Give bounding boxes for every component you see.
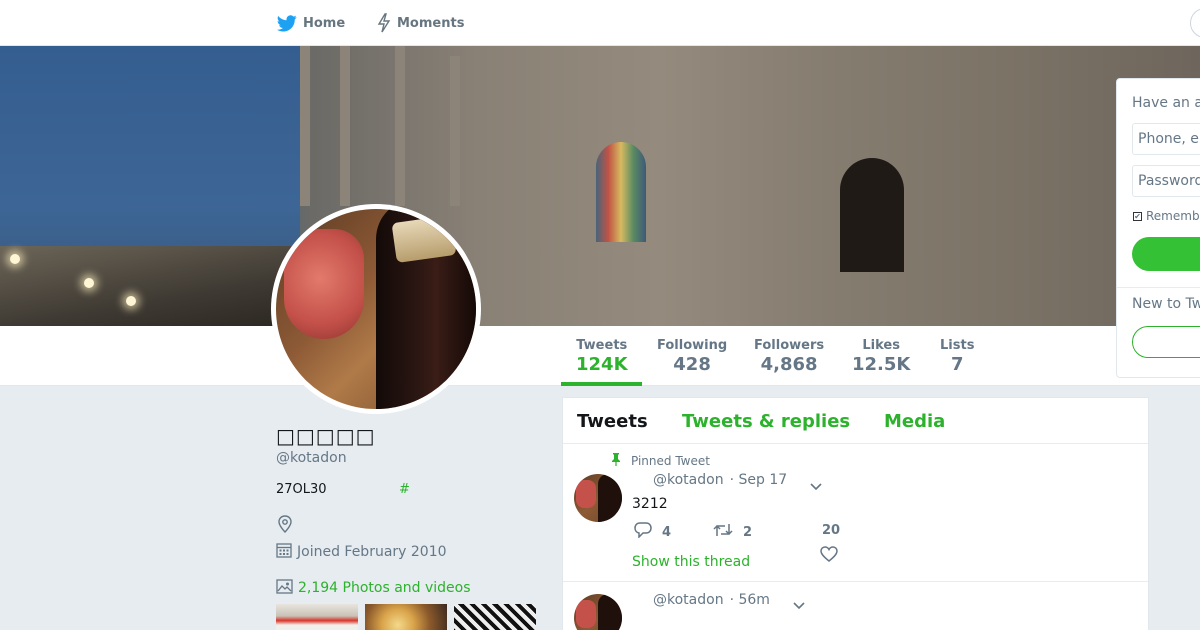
image-icon xyxy=(276,578,293,598)
tweet-header: @kotadon · Sep 17 xyxy=(653,472,787,488)
timeline-tabs: Tweets Tweets & replies Media xyxy=(563,398,1148,444)
tab-media[interactable]: Media xyxy=(884,411,945,432)
stat-likes[interactable]: Likes 12.5K xyxy=(852,338,910,375)
show-thread-link[interactable]: Show this thread xyxy=(632,554,750,570)
stat-tweets[interactable]: Tweets 124K xyxy=(576,338,628,375)
remember-checkbox[interactable]: ✔ xyxy=(1133,211,1142,221)
reply-icon xyxy=(634,522,652,542)
profile-banner-image xyxy=(0,46,1200,326)
calendar-icon xyxy=(276,542,292,562)
nav-home[interactable]: Home xyxy=(277,0,345,46)
joined-date: Joined February 2010 xyxy=(276,542,447,562)
banner-spire xyxy=(340,46,350,206)
new-to-twitter-label: New to Tw xyxy=(1132,296,1200,312)
tweet-time[interactable]: · Sep 17 xyxy=(730,472,788,488)
login-title: Have an a xyxy=(1132,95,1200,111)
avatar-bottle-label xyxy=(391,215,457,263)
timeline: Tweets Tweets & replies Media Pinned Twe… xyxy=(562,397,1149,630)
profile-stats-bar: Tweets 124K Following 428 Followers 4,86… xyxy=(0,326,1200,386)
nav-moments[interactable]: Moments xyxy=(377,0,464,46)
pin-icon xyxy=(610,452,622,469)
profile-bio: 27OL30 xyxy=(276,482,327,497)
stat-label: Lists xyxy=(940,338,975,353)
top-navigation: Home Moments xyxy=(0,0,1200,46)
banner-lamp xyxy=(10,254,20,264)
nav-moments-label: Moments xyxy=(397,15,465,31)
heart-icon[interactable] xyxy=(820,546,838,566)
media-thumbnail[interactable] xyxy=(276,604,358,630)
chevron-down-icon[interactable] xyxy=(792,596,806,615)
stat-label: Following xyxy=(657,338,728,353)
tweet-text: 3212 xyxy=(632,496,668,512)
stat-value: 4,868 xyxy=(760,354,818,375)
stat-value: 124K xyxy=(576,354,628,375)
tweet-handle[interactable]: @kotadon xyxy=(653,592,724,608)
stat-value: 12.5K xyxy=(852,354,911,375)
stat-label: Likes xyxy=(862,338,900,353)
chevron-down-icon[interactable] xyxy=(809,477,823,496)
profile-avatar[interactable] xyxy=(271,204,481,414)
bio-hashtag-link[interactable]: # xyxy=(399,482,410,497)
twitter-bird-icon xyxy=(277,14,297,32)
tweet-avatar[interactable] xyxy=(574,474,622,522)
banner-spire xyxy=(395,46,405,206)
profile-handle: @kotadon xyxy=(276,450,347,466)
divider xyxy=(1117,287,1200,288)
retweet-icon xyxy=(713,522,733,542)
tweet-actions: 4 2 xyxy=(634,522,854,542)
tweet-time[interactable]: · 56m xyxy=(730,592,770,608)
like-count: 20 xyxy=(822,523,841,538)
profile-name: □□□□□ xyxy=(276,424,376,448)
stat-following[interactable]: Following 428 xyxy=(657,338,727,375)
avatar-photo xyxy=(276,209,476,409)
banner-stained-glass xyxy=(596,142,646,242)
media-thumbnail[interactable] xyxy=(365,604,447,630)
reply-count: 4 xyxy=(662,524,672,540)
stat-label: Tweets xyxy=(576,338,628,353)
banner-sky xyxy=(0,46,300,276)
photos-and-videos-link[interactable]: 2,194 Photos and videos xyxy=(276,578,471,598)
nav-home-label: Home xyxy=(303,15,346,31)
banner-spire xyxy=(450,56,460,206)
tweet-avatar[interactable] xyxy=(574,594,622,630)
stat-value: 428 xyxy=(673,354,711,375)
phone-email-input[interactable]: Phone, er xyxy=(1132,123,1200,155)
banner-doorway xyxy=(840,158,904,272)
password-input[interactable]: Password xyxy=(1132,165,1200,197)
account-avatar-button[interactable] xyxy=(1190,8,1200,38)
tweet-handle[interactable]: @kotadon xyxy=(653,472,724,488)
location-icon xyxy=(277,515,293,537)
retweet-button[interactable]: 2 xyxy=(713,522,752,542)
photos-label: 2,194 Photos and videos xyxy=(298,580,471,596)
tweet[interactable]: Pinned Tweet @kotadon · Sep 17 3212 4 2 xyxy=(563,444,1148,582)
remember-me[interactable]: ✔ Remembe xyxy=(1133,209,1200,223)
login-card: Have an a Phone, er Password ✔ Remembe N… xyxy=(1116,78,1200,378)
lightning-icon xyxy=(377,13,391,33)
avatar-wine-glass xyxy=(284,229,364,339)
pinned-indicator: Pinned Tweet xyxy=(610,452,710,469)
stat-label: Followers xyxy=(754,338,825,353)
media-thumbnail[interactable] xyxy=(454,604,536,630)
tweet[interactable]: @kotadon · 56m xyxy=(563,582,1148,630)
retweet-count: 2 xyxy=(743,524,753,540)
login-button[interactable] xyxy=(1132,237,1200,271)
reply-button[interactable]: 4 xyxy=(634,522,671,542)
banner-lamp xyxy=(126,296,136,306)
active-stat-underline xyxy=(561,382,642,386)
tweet-header: @kotadon · 56m xyxy=(653,592,770,608)
stat-lists[interactable]: Lists 7 xyxy=(940,338,974,375)
pinned-label: Pinned Tweet xyxy=(631,453,710,468)
joined-label: Joined February 2010 xyxy=(297,544,447,560)
tab-tweets-and-replies[interactable]: Tweets & replies xyxy=(682,411,850,432)
tab-tweets[interactable]: Tweets xyxy=(577,411,648,432)
stat-value: 7 xyxy=(950,354,964,375)
signup-button[interactable] xyxy=(1132,326,1200,358)
banner-spire xyxy=(300,46,310,206)
banner-lamp xyxy=(84,278,94,288)
stat-followers[interactable]: Followers 4,868 xyxy=(754,338,824,375)
remember-label: Remembe xyxy=(1146,209,1200,223)
